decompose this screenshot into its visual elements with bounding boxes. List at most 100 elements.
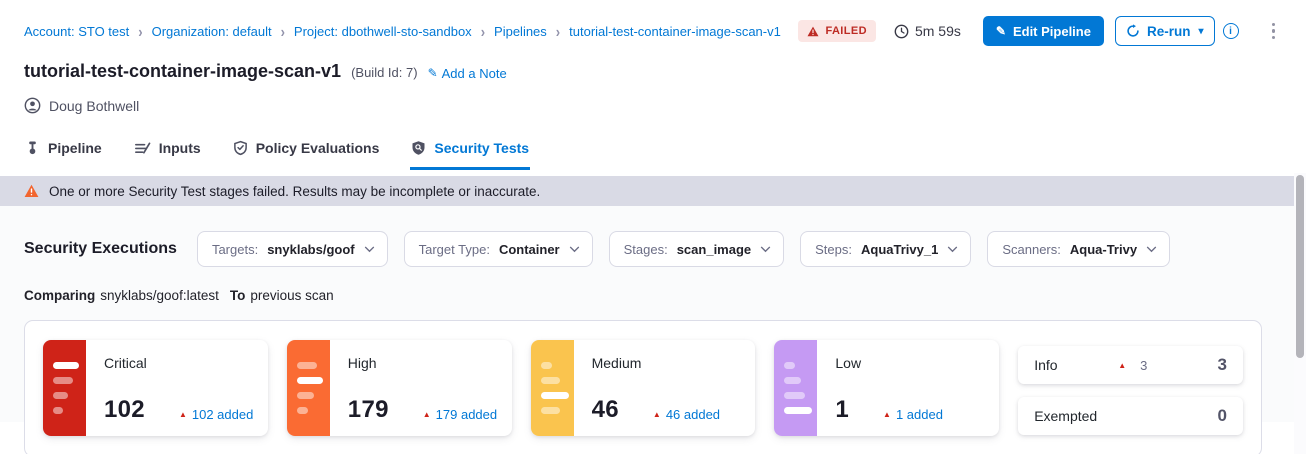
severity-label: High (348, 355, 500, 371)
steps-filter-dropdown[interactable]: Steps: AquaTrivy_1 (800, 231, 971, 267)
user-avatar-icon (24, 97, 41, 114)
comparing-label: Comparing (24, 288, 95, 303)
triangle-up-icon: ▲ (423, 410, 431, 419)
breadcrumb-pipeline-name[interactable]: tutorial-test-container-image-scan-v1 (569, 24, 781, 39)
severity-delta: ▲ 102 added (179, 407, 253, 422)
triangle-up-icon: ▲ (653, 410, 661, 419)
author-row: Doug Bothwell (24, 97, 1288, 114)
chevron-right-icon: › (138, 22, 142, 40)
tab-label: Policy Evaluations (256, 140, 380, 156)
medium-severity-card: Medium 46 ▲ 46 added (531, 340, 756, 436)
author-name: Doug Bothwell (49, 98, 139, 114)
severity-delta: ▲ 46 added (653, 407, 720, 422)
chevron-right-icon: › (481, 22, 485, 40)
pencil-icon: ✎ (428, 66, 438, 80)
rerun-button[interactable]: Re-run ▾ (1115, 16, 1215, 46)
triangle-up-icon: ▲ (883, 410, 891, 419)
duration: 5m 59s (894, 23, 961, 39)
exempted-count: 0 (1218, 406, 1227, 426)
severity-delta: ▲ 1 added (883, 407, 943, 422)
side-cards-column: Info ▲ 3 3 Exempted 0 (1018, 340, 1243, 437)
pipeline-icon (25, 140, 40, 156)
high-severity-card: High 179 ▲ 179 added (287, 340, 512, 436)
severity-delta: ▲ 179 added (423, 407, 497, 422)
tab-policy-evaluations[interactable]: Policy Evaluations (232, 131, 381, 170)
severity-count: 46 (592, 396, 619, 424)
caret-down-icon[interactable]: ▾ (1198, 26, 1203, 37)
comparing-to-label: To (230, 288, 246, 303)
info-label: Info (1034, 357, 1118, 373)
high-severity-bars-icon (287, 340, 330, 436)
filter-value: scan_image (677, 242, 751, 257)
rerun-label: Re-run (1147, 24, 1191, 39)
info-delta-value: 3 (1140, 358, 1147, 373)
chevron-down-icon (569, 246, 580, 253)
filter-label: Steps: (815, 242, 852, 257)
scrollbar-track[interactable] (1294, 173, 1306, 454)
triangle-up-icon: ▲ (179, 410, 187, 419)
warning-banner: One or more Security Test stages failed.… (0, 176, 1294, 206)
severity-label: Critical (104, 355, 256, 371)
filters-row: Security Executions Targets: snyklabs/go… (24, 231, 1306, 267)
filter-value: AquaTrivy_1 (861, 242, 938, 257)
refresh-icon (1126, 24, 1140, 38)
info-delta: ▲ 3 (1118, 358, 1147, 373)
info-icon[interactable]: i (1223, 23, 1239, 39)
severity-delta-text: 102 added (192, 407, 253, 422)
tab-bar: Pipeline Inputs Policy Evaluations (0, 131, 1306, 170)
warning-banner-text: One or more Security Test stages failed.… (49, 184, 540, 199)
targets-filter-dropdown[interactable]: Targets: snyklabs/goof (197, 231, 388, 267)
info-count: 3 (1218, 355, 1227, 375)
tab-inputs[interactable]: Inputs (133, 131, 202, 170)
severity-count: 1 (835, 396, 849, 424)
edit-pipeline-button[interactable]: ✎ Edit Pipeline (983, 16, 1104, 46)
warning-triangle-icon (807, 26, 819, 37)
breadcrumb-pipelines[interactable]: Pipelines (494, 24, 547, 39)
filter-label: Target Type: (419, 242, 490, 257)
exempted-label: Exempted (1034, 408, 1118, 424)
section-heading: Security Executions (24, 240, 177, 258)
chevron-down-icon (760, 246, 771, 253)
breadcrumb: Account: STO test › Organization: defaul… (24, 16, 1288, 46)
severity-count: 179 (348, 396, 389, 424)
low-severity-card: Low 1 ▲ 1 added (774, 340, 999, 436)
add-note-link[interactable]: ✎ Add a Note (428, 66, 507, 81)
chevron-down-icon (1146, 246, 1157, 253)
target-type-filter-dropdown[interactable]: Target Type: Container (404, 231, 593, 267)
shield-check-icon (233, 140, 248, 156)
warning-triangle-icon (24, 184, 39, 198)
low-severity-bars-icon (774, 340, 817, 436)
chevron-right-icon: › (556, 22, 560, 40)
tab-security-tests[interactable]: Security Tests (410, 131, 530, 170)
comparing-target: snyklabs/goof:latest (100, 288, 219, 303)
scanners-filter-dropdown[interactable]: Scanners: Aqua-Trivy (987, 231, 1170, 267)
severity-label: Low (835, 355, 987, 371)
build-id: (Build Id: 7) (351, 65, 417, 80)
filter-value: Container (499, 242, 560, 257)
breadcrumb-account[interactable]: Account: STO test (24, 24, 129, 39)
filter-value: snyklabs/goof (267, 242, 354, 257)
triangle-up-icon: ▲ (1118, 361, 1126, 370)
medium-severity-bars-icon (531, 340, 574, 436)
clock-icon (894, 24, 909, 39)
duration-value: 5m 59s (915, 23, 961, 39)
tab-label: Inputs (159, 140, 201, 156)
tab-label: Security Tests (434, 140, 529, 156)
page-title: tutorial-test-container-image-scan-v1 (24, 61, 341, 82)
filter-value: Aqua-Trivy (1070, 242, 1137, 257)
tab-pipeline[interactable]: Pipeline (24, 131, 103, 170)
breadcrumb-organization[interactable]: Organization: default (152, 24, 272, 39)
filter-label: Stages: (624, 242, 668, 257)
severity-delta-text: 179 added (436, 407, 497, 422)
more-options-menu[interactable] (1269, 20, 1279, 43)
comparing-baseline: previous scan (250, 288, 333, 303)
scrollbar-thumb[interactable] (1296, 175, 1304, 358)
title-row: tutorial-test-container-image-scan-v1 (B… (24, 61, 1288, 82)
breadcrumb-project[interactable]: Project: dbothwell-sto-sandbox (294, 24, 472, 39)
pipeline-execution-page: Account: STO test › Organization: defaul… (0, 0, 1306, 454)
stages-filter-dropdown[interactable]: Stages: scan_image (609, 231, 785, 267)
security-executions-section: Security Executions Targets: snyklabs/go… (0, 206, 1306, 422)
filter-label: Scanners: (1002, 242, 1061, 257)
status-badge: FAILED (798, 20, 876, 42)
severity-delta-text: 46 added (666, 407, 720, 422)
